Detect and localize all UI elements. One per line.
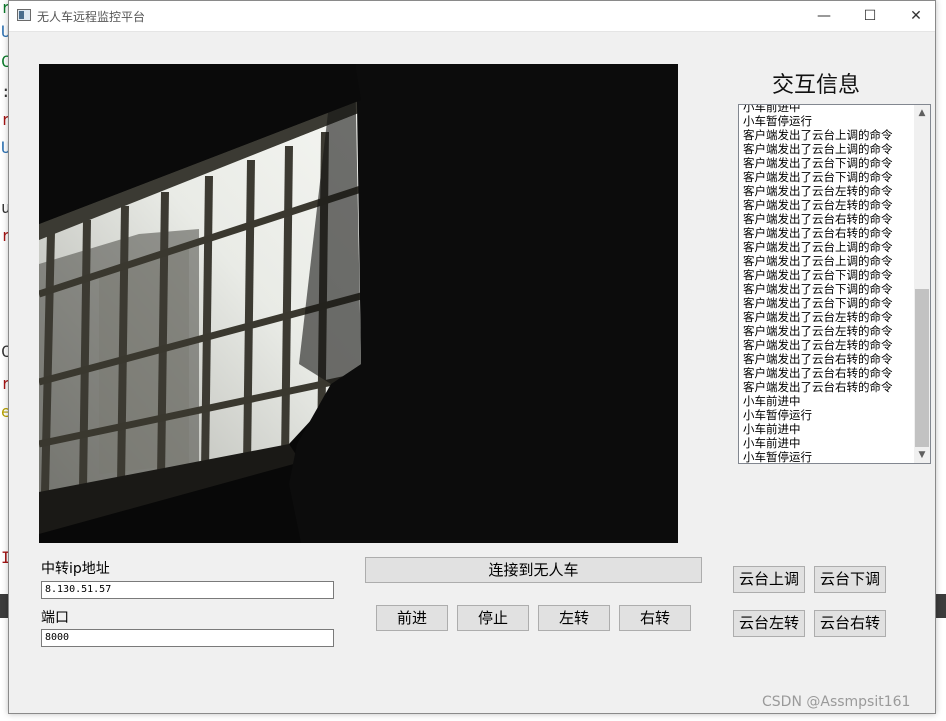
scroll-down-icon[interactable]: ▼ bbox=[914, 447, 930, 463]
log-line: 客户端发出了云台上调的命令 bbox=[743, 142, 893, 156]
interaction-panel-title: 交互信息 bbox=[771, 73, 860, 98]
title-bar[interactable]: 无人车远程监控平台 — ☐ ✕ bbox=[9, 1, 935, 32]
camera-feed bbox=[39, 64, 678, 543]
log-line: 客户端发出了云台下调的命令 bbox=[743, 268, 893, 282]
log-line: 客户端发出了云台右转的命令 bbox=[743, 212, 893, 226]
minimize-button[interactable]: — bbox=[801, 1, 847, 31]
log-scrollbar[interactable]: ▲ ▼ bbox=[914, 105, 930, 463]
log-line: 客户端发出了云台左转的命令 bbox=[743, 198, 893, 212]
gimbal-right-button[interactable]: 云台右转 bbox=[814, 610, 886, 637]
stop-button[interactable]: 停止 bbox=[457, 605, 529, 631]
log-line: 客户端发出了云台上调的命令 bbox=[743, 128, 893, 142]
log-line: 客户端发出了云台下调的命令 bbox=[743, 296, 893, 310]
close-button[interactable]: ✕ bbox=[893, 1, 939, 31]
relay-ip-label: 中转ip地址 bbox=[41, 561, 110, 577]
log-line: 小车暂停运行 bbox=[743, 450, 812, 464]
log-line: 客户端发出了云台左转的命令 bbox=[743, 324, 893, 338]
log-lines: 小车前进中 小车暂停运行 客户端发出了云台上调的命令 客户端发出了云台上调的命令… bbox=[743, 104, 915, 464]
log-line: 小车前进中 bbox=[743, 422, 801, 436]
gimbal-down-button[interactable]: 云台下调 bbox=[814, 566, 886, 593]
background-editor-right bbox=[936, 0, 946, 721]
log-line: 客户端发出了云台上调的命令 bbox=[743, 254, 893, 268]
log-line: 小车前进中 bbox=[743, 104, 801, 114]
background-panel-strip bbox=[936, 594, 946, 618]
log-line: 客户端发出了云台右转的命令 bbox=[743, 366, 893, 380]
maximize-button[interactable]: ☐ bbox=[847, 1, 893, 31]
log-line: 客户端发出了云台左转的命令 bbox=[743, 338, 893, 352]
turn-left-button[interactable]: 左转 bbox=[538, 605, 610, 631]
log-line: 客户端发出了云台下调的命令 bbox=[743, 156, 893, 170]
log-line: 客户端发出了云台右转的命令 bbox=[743, 380, 893, 394]
log-line: 客户端发出了云台下调的命令 bbox=[743, 170, 893, 184]
main-window: 无人车远程监控平台 — ☐ ✕ 交互信息 小车前进中 小车暂停运行 客户端发出了… bbox=[8, 0, 936, 714]
log-line: 小车暂停运行 bbox=[743, 408, 812, 422]
window-title: 无人车远程监控平台 bbox=[37, 10, 146, 24]
gimbal-up-button[interactable]: 云台上调 bbox=[733, 566, 805, 593]
scroll-up-icon[interactable]: ▲ bbox=[914, 105, 930, 121]
gimbal-left-button[interactable]: 云台左转 bbox=[733, 610, 805, 637]
app-icon bbox=[17, 9, 31, 21]
watermark: CSDN @Assmpsit161 bbox=[762, 694, 911, 710]
forward-button[interactable]: 前进 bbox=[376, 605, 448, 631]
log-line: 客户端发出了云台下调的命令 bbox=[743, 282, 893, 296]
connect-button[interactable]: 连接到无人车 bbox=[365, 557, 702, 583]
log-line: 客户端发出了云台左转的命令 bbox=[743, 184, 893, 198]
log-line: 客户端发出了云台右转的命令 bbox=[743, 226, 893, 240]
turn-right-button[interactable]: 右转 bbox=[619, 605, 691, 631]
log-line: 客户端发出了云台右转的命令 bbox=[743, 352, 893, 366]
relay-ip-input[interactable]: 8.130.51.57 bbox=[41, 581, 334, 599]
port-input[interactable]: 8000 bbox=[41, 629, 334, 647]
log-line: 小车前进中 bbox=[743, 394, 801, 408]
log-line: 小车暂停运行 bbox=[743, 114, 812, 128]
log-line: 客户端发出了云台左转的命令 bbox=[743, 310, 893, 324]
log-line: 客户端发出了云台上调的命令 bbox=[743, 240, 893, 254]
scroll-thumb[interactable] bbox=[915, 289, 929, 447]
port-label: 端口 bbox=[41, 610, 69, 626]
camera-frame-image bbox=[39, 64, 678, 543]
interaction-log[interactable]: 小车前进中 小车暂停运行 客户端发出了云台上调的命令 客户端发出了云台上调的命令… bbox=[738, 104, 931, 464]
log-line: 小车前进中 bbox=[743, 436, 801, 450]
